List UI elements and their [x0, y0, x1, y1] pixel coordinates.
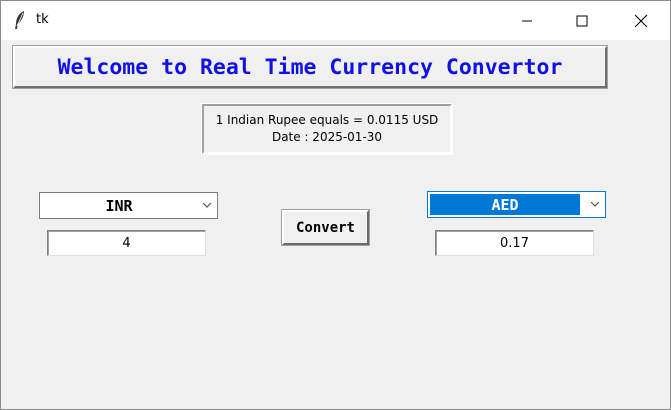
from-currency-dropdown[interactable]: INR [39, 192, 218, 219]
app-window: tk Welcome to Real Time Currency Convert… [0, 0, 671, 410]
minimize-button[interactable] [504, 1, 550, 40]
close-icon [634, 14, 648, 27]
title-bar[interactable]: tk [1, 1, 670, 40]
window-title: tk [36, 12, 49, 27]
to-currency-dropdown[interactable]: AED [427, 191, 606, 218]
from-amount-input[interactable]: 4 [47, 230, 206, 256]
exchange-rate-info: 1 Indian Rupee equals = 0.0115 USD Date … [202, 104, 452, 154]
convert-button[interactable]: Convert [282, 210, 369, 245]
maximize-icon [576, 15, 588, 26]
banner-text: Welcome to Real Time Currency Convertor [57, 54, 563, 80]
maximize-button[interactable] [559, 1, 605, 40]
from-currency-value: INR [105, 196, 133, 215]
chevron-down-icon[interactable] [201, 199, 213, 211]
feather-icon [15, 11, 24, 29]
to-amount-output[interactable]: 0.17 [435, 230, 594, 256]
rate-date: Date : 2025-01-30 [271, 130, 383, 144]
close-button[interactable] [618, 1, 664, 40]
chevron-down-icon[interactable] [589, 198, 601, 210]
minimize-icon [522, 20, 532, 21]
rate-text: 1 Indian Rupee equals = 0.0115 USD [215, 113, 439, 127]
to-currency-value: AED [430, 194, 580, 215]
welcome-banner: Welcome to Real Time Currency Convertor [13, 46, 607, 88]
